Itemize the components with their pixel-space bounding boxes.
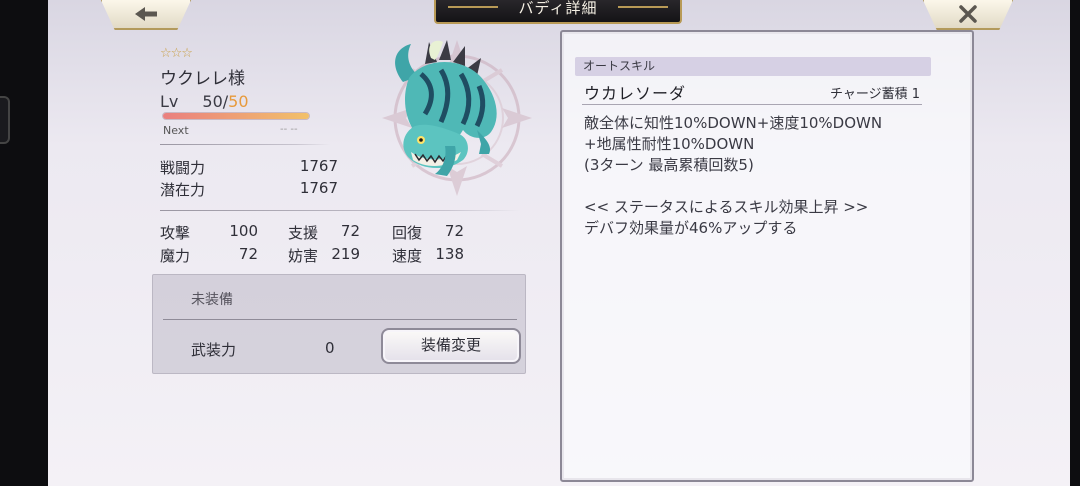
auto-skill-header: オートスキル xyxy=(575,57,931,76)
skill-description-line: << ステータスによるスキル効果上昇 >> xyxy=(584,198,869,216)
buddy-monster-portrait xyxy=(395,40,497,176)
xp-progress-fill xyxy=(163,113,309,119)
level-row: Lv 50/50 xyxy=(160,92,249,111)
attr-value: 72 xyxy=(444,222,464,240)
skill-description-line: +地属性耐性10%DOWN xyxy=(584,135,755,153)
attr-value: 219 xyxy=(331,245,360,263)
divider xyxy=(160,144,330,145)
close-button[interactable] xyxy=(922,0,1014,30)
left-arrow-icon xyxy=(135,7,157,21)
attr-label: 攻撃 xyxy=(160,224,191,242)
rarity-stars: ☆☆☆ xyxy=(160,46,193,61)
equipment-panel: 未装備 武装力 0 装備変更 xyxy=(152,274,526,374)
potential-value: 1767 xyxy=(299,179,338,197)
close-x-icon xyxy=(959,5,977,23)
potential-row: 潜在力 1767 xyxy=(160,179,338,200)
skill-charge: チャージ蓄積 1 xyxy=(830,87,921,102)
change-equipment-button[interactable]: 装備変更 xyxy=(381,328,521,364)
attribute-grid: 攻撃 100 支援 72 回復 72 魔力 72 妨害 219 速度 138 xyxy=(160,222,520,266)
attr-value: 138 xyxy=(435,245,464,263)
combat-power-row: 戦闘力 1767 xyxy=(160,157,338,178)
potential-label: 潜在力 xyxy=(160,181,206,199)
combat-power-value: 1767 xyxy=(299,157,338,175)
skill-description-line xyxy=(584,176,964,197)
level-current: 50/ xyxy=(202,92,229,111)
armament-label: 武装力 xyxy=(191,341,237,359)
level-max: 50 xyxy=(228,92,249,111)
back-button[interactable] xyxy=(100,0,192,30)
skill-description: 敵全体に知性10%DOWN+速度10%DOWN +地属性耐性10%DOWN (3… xyxy=(584,113,964,239)
level-label: Lv xyxy=(160,92,179,111)
divider xyxy=(160,210,520,211)
device-notch xyxy=(0,96,10,144)
skill-description-line: 敵全体に知性10%DOWN+速度10%DOWN xyxy=(584,114,883,132)
attr-label: 妨害 xyxy=(288,247,319,265)
buddy-name: ウクレレ様 xyxy=(160,69,245,89)
divider xyxy=(163,319,517,320)
page-title: バディ詳細 xyxy=(434,0,682,24)
attr-label: 回復 xyxy=(392,224,423,242)
next-label: Next xyxy=(163,124,189,137)
combat-power-label: 戦闘力 xyxy=(160,159,206,177)
skill-name: ウカレソーダ xyxy=(584,84,687,103)
xp-progress-bar xyxy=(162,112,310,120)
attr-label: 支援 xyxy=(288,224,319,242)
skill-description-line: (3ターン 最高累積回数5) xyxy=(584,156,754,174)
skill-description-line: デバフ効果量が46%アップする xyxy=(584,219,798,237)
attr-value: 72 xyxy=(238,245,258,263)
next-value: -- -- xyxy=(280,124,298,135)
attr-value: 100 xyxy=(229,222,258,240)
attr-label: 速度 xyxy=(392,247,423,265)
armament-value: 0 xyxy=(325,339,335,357)
attr-value: 72 xyxy=(340,222,360,240)
divider xyxy=(582,104,922,105)
attr-label: 魔力 xyxy=(160,247,191,265)
equipment-status: 未装備 xyxy=(191,292,233,308)
